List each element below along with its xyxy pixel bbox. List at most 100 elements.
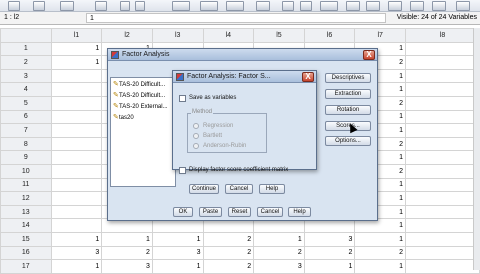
data-cell[interactable]: 1 [101,231,153,247]
row-number[interactable]: 16 [0,245,52,261]
anderson-rubin-radio[interactable] [193,143,199,149]
data-cell[interactable]: 1 [405,123,480,138]
data-cell[interactable]: 1 [354,231,406,247]
data-cell[interactable] [50,95,103,111]
data-cell[interactable] [50,204,103,220]
row-number[interactable]: 13 [0,204,52,220]
value-labels-icon[interactable] [388,1,402,11]
factor-analysis-titlebar[interactable]: Factor Analysis X [108,49,377,61]
show-all-icon[interactable] [432,1,446,11]
regression-radio[interactable] [193,123,199,129]
data-cell[interactable]: 2 [405,163,480,179]
insert-cases-icon[interactable] [282,1,294,11]
data-cell[interactable]: 2 [405,218,480,233]
data-cell[interactable]: 1 [50,259,103,274]
goto-case-icon[interactable] [172,1,190,11]
data-cell[interactable]: 3 [253,259,305,274]
data-cell[interactable]: 1 [253,231,305,247]
row-number[interactable]: 14 [0,218,52,233]
split-file-icon[interactable] [320,1,338,11]
data-cell[interactable]: 1 [405,109,480,125]
paste-button[interactable]: Paste [199,207,222,217]
data-cell[interactable] [50,163,103,179]
variable-item[interactable]: ✎TAS-20 External... [113,103,168,111]
ok-button[interactable]: OK [173,207,193,217]
vertical-scrollbar[interactable] [473,28,480,270]
redo-icon[interactable] [135,1,145,11]
factor-scores-titlebar[interactable]: Factor Analysis: Factor S... X [173,71,316,83]
row-number[interactable]: 12 [0,191,52,206]
select-cases-icon[interactable] [366,1,380,11]
bartlett-radio[interactable] [193,133,199,139]
goto-variable-icon[interactable] [200,1,218,11]
data-cell[interactable] [50,177,103,193]
insert-variable-icon[interactable] [300,1,312,11]
data-cell[interactable]: 3 [303,231,356,247]
data-cell[interactable]: 1 [405,41,480,57]
variables-icon[interactable] [226,1,244,11]
rotation-button[interactable]: Rotation [325,105,371,115]
data-cell[interactable]: 1 [405,55,480,70]
column-header[interactable]: l4 [202,28,255,43]
data-cell[interactable]: 1 [405,82,480,97]
data-cell[interactable]: 1 [50,231,103,247]
descriptives-button[interactable]: Descriptives [325,73,371,83]
row-number[interactable]: 9 [0,150,52,165]
variable-source-list[interactable]: ✎TAS-20 Difficult... ✎TAS-20 Difficult..… [110,77,176,187]
cancel-button[interactable]: Cancel [225,184,253,194]
data-cell[interactable]: 1 [405,245,480,261]
row-number[interactable]: 8 [0,136,52,152]
row-number[interactable]: 10 [0,163,52,179]
cell-value-field[interactable]: 1 [86,13,386,23]
row-number[interactable]: 11 [0,177,52,193]
row-number[interactable]: 6 [0,109,52,125]
row-number[interactable]: 2 [0,55,52,70]
variable-item[interactable]: ✎tas20 [113,114,134,122]
cancel-button[interactable]: Cancel [257,207,283,217]
data-cell[interactable] [50,109,103,125]
data-cell[interactable]: 1 [405,191,480,206]
data-cell[interactable]: 2 [405,136,480,152]
column-header[interactable]: l2 [101,28,153,43]
data-cell[interactable]: 1 [405,177,480,193]
open-icon[interactable] [8,1,20,11]
data-cell[interactable] [50,150,103,165]
column-header[interactable]: l5 [253,28,305,43]
data-cell[interactable]: 2 [202,245,255,261]
data-cell[interactable]: 1 [151,231,204,247]
row-number[interactable]: 3 [0,68,52,84]
undo-icon[interactable] [120,1,130,11]
data-cell[interactable]: 3 [50,245,103,261]
close-icon[interactable]: X [302,72,314,82]
data-cell[interactable]: 3 [101,259,153,274]
row-number[interactable]: 4 [0,82,52,97]
find-icon[interactable] [256,1,270,11]
row-number[interactable]: 7 [0,123,52,138]
save-icon[interactable] [33,1,45,11]
column-header[interactable]: l3 [151,28,204,43]
help-button[interactable]: Help [259,184,285,194]
data-cell[interactable]: 1 [354,259,406,274]
data-cell[interactable] [50,191,103,206]
variable-item[interactable]: ✎TAS-20 Difficult... [113,92,165,100]
spell-icon[interactable] [456,1,470,11]
data-cell[interactable] [50,123,103,138]
row-number[interactable]: 1 [0,41,52,57]
display-coefficient-matrix-checkbox[interactable] [179,167,186,174]
column-header[interactable]: l8 [405,28,480,43]
use-sets-icon[interactable] [410,1,424,11]
variable-item[interactable]: ✎TAS-20 Difficult... [113,81,165,89]
row-number[interactable]: 15 [0,231,52,247]
data-cell[interactable] [50,82,103,97]
data-cell[interactable]: 1 [405,259,480,274]
column-header[interactable]: l6 [303,28,356,43]
extraction-button[interactable]: Extraction [325,89,371,99]
help-button[interactable]: Help [288,207,311,217]
data-cell[interactable]: 3 [151,245,204,261]
print-icon[interactable] [60,1,74,11]
reset-button[interactable]: Reset [228,207,251,217]
data-cell[interactable]: 2 [202,259,255,274]
weight-cases-icon[interactable] [346,1,360,11]
data-cell[interactable] [50,136,103,152]
data-cell[interactable]: 2 [253,245,305,261]
